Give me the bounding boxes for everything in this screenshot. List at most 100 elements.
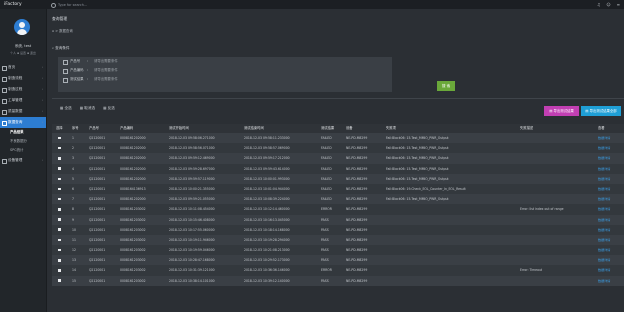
cell-device: NE-PD-M8299	[346, 278, 368, 283]
sidebar-subitem-defect-analysis[interactable]: 不良数据分	[0, 137, 46, 146]
row-checkbox[interactable]	[56, 235, 68, 245]
app-title: iFactory	[0, 0, 46, 9]
view-details-link[interactable]: 数据详情	[598, 164, 622, 174]
table-row[interactable]: 15 Q2120001 0008161203002 2018-12-03 10:38:…	[52, 275, 624, 286]
avatar[interactable]	[14, 19, 30, 35]
cell-product: Q2120001	[89, 248, 106, 253]
filter-checkbox[interactable]	[63, 60, 68, 65]
table-row[interactable]: 8 Q2120001 0008161203002 2018-12-03 10:11:0…	[52, 204, 624, 215]
filter-checkbox[interactable]	[63, 69, 68, 74]
row-checkbox[interactable]	[56, 215, 68, 225]
cell-product: Q2120001	[89, 258, 106, 263]
cell-device: NE-PD-M8299	[346, 237, 368, 242]
view-details-link[interactable]: 数据详情	[598, 143, 622, 153]
sidebar-item-home[interactable]: 首页 ›	[0, 62, 46, 73]
table-row[interactable]: 13 Q2120001 0008161203002 2018-12-03 10:28:…	[52, 255, 624, 266]
sidebar-subitem-product-results[interactable]: 产品结果	[0, 128, 46, 137]
page-title: 查询管理	[52, 16, 68, 21]
cell-device: NE-PD-M8299	[346, 197, 368, 202]
bell-icon[interactable]: ♫	[597, 2, 601, 7]
topbar-icons: ♫ ☺ ≡	[591, 1, 620, 8]
row-checkbox[interactable]	[56, 164, 68, 174]
sidebar-item-label: 制造过程	[8, 87, 23, 91]
filter-input[interactable]: 请导出需要条件	[94, 66, 118, 75]
table-row[interactable]: 11 Q2120001 0008161203002 2018-12-03 10:19:…	[52, 234, 624, 246]
row-checkbox[interactable]	[56, 225, 68, 235]
view-details-link[interactable]: 数据详情	[598, 265, 622, 275]
sidebar-item-manufacturing[interactable]: 制造过程 ›	[0, 84, 46, 95]
cell-result: ERROR	[321, 207, 332, 212]
table-row[interactable]: 9 Q2120001 0008161203002 2018-12-03 10:15:4…	[52, 214, 624, 225]
view-details-link[interactable]: 数据详情	[598, 204, 622, 214]
view-details-link[interactable]: 数据详情	[598, 215, 622, 225]
table-row[interactable]: 2 Q2120001 0008161202000 2018-12-03 09:58:5…	[52, 143, 624, 154]
cell-result: PASS	[321, 248, 329, 253]
view-details-link[interactable]: 数据详情	[598, 276, 622, 286]
cell-result: FAILED	[321, 166, 332, 171]
filter-sep: :	[87, 77, 89, 81]
view-details-link[interactable]: 数据详情	[598, 133, 622, 143]
table-row[interactable]: 12 Q2120001 0008161203002 2018-12-03 10:19:…	[52, 245, 624, 256]
view-details-link[interactable]: 数据详情	[598, 194, 622, 204]
deselect-button[interactable]: ▦ 取消选	[80, 106, 95, 110]
view-details-link[interactable]: 数据详情	[598, 153, 622, 163]
row-checkbox[interactable]	[56, 265, 68, 275]
sidebar-item-workorder[interactable]: 工单管理 ›	[0, 95, 46, 106]
row-checkbox[interactable]	[56, 245, 68, 255]
sidebar-item-equipment[interactable]: 设备管理 ›	[0, 155, 46, 166]
cell-end: 2018-12-03 09:59:17.212000	[244, 156, 290, 161]
cell-start: 2018-12-03 10:17:55.060000	[169, 227, 215, 232]
cell-fail-item: Fail:Block06: 15.Test_MMIO_PWR_Output	[386, 197, 449, 202]
view-details-link[interactable]: 数据详情	[598, 184, 622, 194]
filter-input[interactable]: 请导出需要条件	[94, 75, 118, 84]
table-row[interactable]: 14 Q2120001 0008161203002 2018-12-03 10:31:…	[52, 265, 624, 276]
chevron-right-icon: ›	[41, 87, 43, 91]
profile-links[interactable]: 个人 ▪ 设置 ▪ 退出	[0, 51, 46, 55]
export-selected-button[interactable]: ▤ 导出测试结果	[544, 106, 579, 116]
select-all-button[interactable]: ▦ 全选	[60, 106, 72, 110]
row-checkbox[interactable]	[56, 174, 68, 184]
checkbox-icon	[58, 136, 61, 140]
view-details-link[interactable]: 数据详情	[598, 225, 622, 235]
table-row[interactable]: 10 Q2120001 0008161203002 2018-12-03 10:17:…	[52, 224, 624, 235]
breadcrumb[interactable]: ⌂ > 数据查询	[52, 28, 73, 33]
row-checkbox[interactable]	[56, 255, 68, 265]
row-checkbox[interactable]	[56, 143, 68, 153]
view-details-link[interactable]: 数据详情	[598, 174, 622, 184]
global-search-input[interactable]	[58, 1, 258, 8]
row-checkbox[interactable]	[56, 194, 68, 204]
table-row[interactable]: 4 Q2120001 0008161202000 2018-12-03 09:59:2…	[52, 163, 624, 174]
view-details-link[interactable]: 数据详情	[598, 235, 622, 245]
sidebar-item-label: 工单管理	[8, 98, 23, 102]
user-icon[interactable]: ☺	[606, 2, 610, 7]
menu-icon[interactable]: ≡	[617, 2, 620, 7]
filter-input[interactable]: 请导出需要条件	[94, 57, 118, 66]
table-row[interactable]: 5 Q2120001 0008161202000 2018-12-03 09:59:5…	[52, 173, 624, 184]
sidebar-item-data-query[interactable]: 数据查询 ›	[0, 117, 46, 128]
row-checkbox[interactable]	[56, 153, 68, 163]
row-checkbox[interactable]	[56, 204, 68, 214]
row-checkbox[interactable]	[56, 184, 68, 194]
checkbox-icon	[58, 177, 61, 180]
row-checkbox[interactable]	[56, 276, 68, 286]
cell-result: PASS	[321, 227, 329, 232]
cell-start: 2018-12-03 09:58:06.271000	[169, 136, 215, 140]
chevron-down-icon: ›	[41, 120, 43, 124]
filter-checkbox[interactable]	[63, 78, 68, 83]
checkbox-icon	[58, 259, 61, 262]
sidebar-subitem-spc[interactable]: SPC统计	[0, 146, 46, 155]
view-details-link[interactable]: 数据详情	[598, 255, 622, 265]
search-button[interactable]: 搜 索	[437, 81, 455, 91]
export-all-button[interactable]: ▤ 导出测试结果全部	[581, 106, 621, 116]
invert-select-button[interactable]: ▦ 反选	[103, 106, 115, 110]
view-details-link[interactable]: 数据详情	[598, 245, 622, 255]
table-row[interactable]: 7 Q2120001 0008161202000 2018-12-03 09:59:2…	[52, 194, 624, 205]
row-checkbox[interactable]	[56, 133, 68, 143]
table-row[interactable]: 3 Q2120001 0008161202000 2018-12-03 09:59:1…	[52, 153, 624, 164]
sidebar-item-quality[interactable]: 质量数据 ›	[0, 106, 46, 117]
table-row[interactable]: 6 Q2120001 0008164136913 2018-12-03 10:00:2…	[52, 183, 624, 195]
cell-start: 2018-12-03 09:59:21.055000	[169, 197, 215, 202]
table-row[interactable]: 1 Q2120001 0008161202000 2018-12-03 09:58:0…	[52, 133, 624, 144]
sidebar-item-process[interactable]: 制造流程 ›	[0, 73, 46, 84]
cell-no: 7	[72, 197, 74, 202]
